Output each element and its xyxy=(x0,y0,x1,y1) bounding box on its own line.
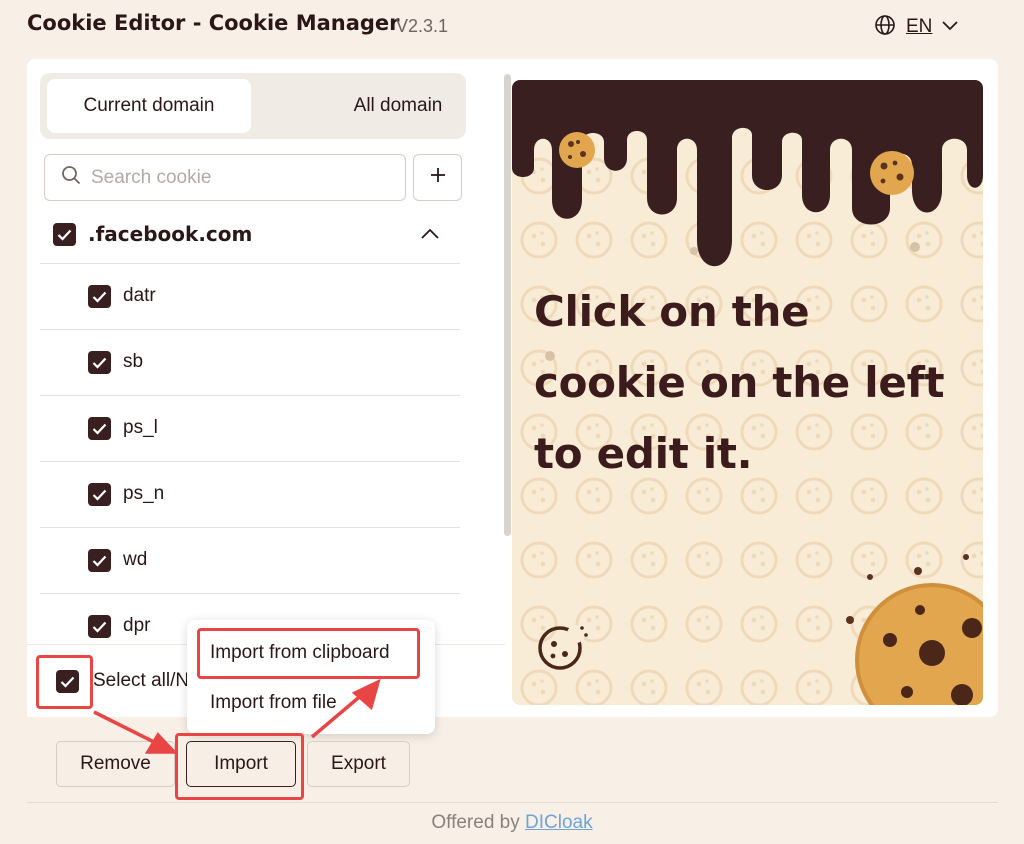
search-input[interactable] xyxy=(91,166,381,189)
cookie-checkbox[interactable] xyxy=(88,285,111,308)
footer-divider xyxy=(27,802,998,803)
illustration-message: Click on the cookie on the left to edit … xyxy=(534,287,945,478)
add-cookie-button[interactable] xyxy=(413,154,462,201)
cookie-name: ps_l xyxy=(123,417,158,438)
cookie-name: ps_n xyxy=(123,483,165,504)
chevron-up-icon[interactable] xyxy=(421,226,439,244)
domain-checkbox[interactable] xyxy=(53,223,76,246)
cookie-checkbox[interactable] xyxy=(88,483,111,506)
cookie-item-sb[interactable]: sb xyxy=(40,330,460,396)
tab-all-domain[interactable]: All domain xyxy=(296,79,500,133)
app-version: V2.3.1 xyxy=(396,16,449,36)
language-selector[interactable]: EN xyxy=(874,13,959,41)
import-menu: Import from clipboard Import from file xyxy=(187,620,435,734)
cookie-checkbox[interactable] xyxy=(88,549,111,572)
cookie-name: wd xyxy=(123,549,148,570)
menu-item-import-file[interactable]: Import from file xyxy=(210,692,337,714)
domain-name: .facebook.com xyxy=(88,222,253,246)
menu-item-import-clipboard[interactable]: Import from clipboard xyxy=(210,642,390,664)
app-title: Cookie Editor - Cookie Manager xyxy=(27,11,400,35)
select-all-checkbox[interactable] xyxy=(56,670,79,693)
list-scrollbar[interactable] xyxy=(504,74,511,536)
footer-link[interactable]: DICloak xyxy=(525,812,593,833)
tab-current-domain[interactable]: Current domain xyxy=(47,79,251,133)
globe-icon xyxy=(874,14,896,41)
cookie-item-wd[interactable]: wd xyxy=(40,528,460,594)
footer: Offered by DICloak xyxy=(0,812,1024,834)
cookie-name: datr xyxy=(123,285,156,306)
language-label: EN xyxy=(906,16,933,37)
cookie-list: datr sb ps_l ps_n wd dpr xyxy=(40,264,460,660)
domain-tabs: Current domain All domain xyxy=(40,73,466,139)
chevron-down-icon xyxy=(942,18,959,36)
cookie-checkbox[interactable] xyxy=(88,351,111,374)
cookie-name: sb xyxy=(123,351,144,372)
domain-group-header[interactable]: .facebook.com xyxy=(40,208,460,264)
cookie-item-ps-n[interactable]: ps_n xyxy=(40,462,460,528)
plus-icon xyxy=(430,167,446,188)
cookie-name: dpr xyxy=(123,615,151,636)
import-button[interactable]: Import xyxy=(186,741,296,787)
search-box xyxy=(44,154,406,201)
remove-button[interactable]: Remove xyxy=(56,741,175,787)
search-icon xyxy=(61,165,81,190)
export-button[interactable]: Export xyxy=(307,741,410,787)
cookie-checkbox[interactable] xyxy=(88,615,111,638)
app-header: Cookie Editor - Cookie Manager V2.3.1 EN xyxy=(0,0,1024,58)
cookie-item-datr[interactable]: datr xyxy=(40,264,460,330)
cookie-illustration: Click on the cookie on the left to edit … xyxy=(512,80,983,705)
footer-prefix: Offered by xyxy=(431,812,520,833)
cookie-checkbox[interactable] xyxy=(88,417,111,440)
cookie-item-ps-l[interactable]: ps_l xyxy=(40,396,460,462)
select-all-label: Select all/N xyxy=(93,670,190,691)
